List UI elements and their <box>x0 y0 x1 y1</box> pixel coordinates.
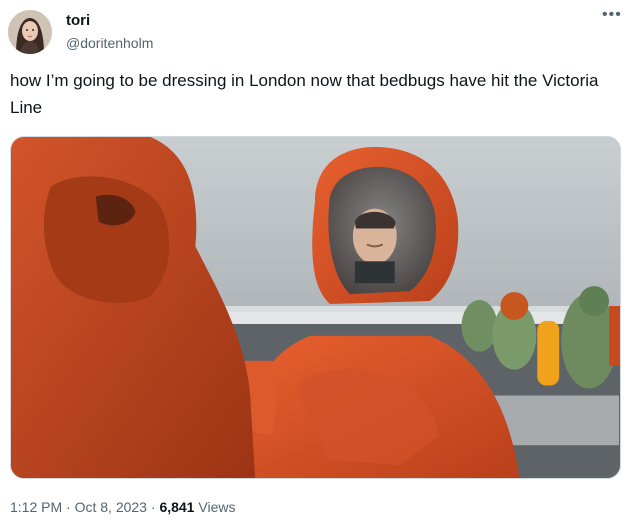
display-name[interactable]: tori <box>66 12 90 29</box>
meta-separator: · <box>66 499 71 515</box>
tweet-date[interactable]: Oct 8, 2023 <box>75 499 147 515</box>
tweet-text: how I’m going to be dressing in London n… <box>10 71 599 117</box>
more-dots-icon[interactable]: ••• <box>602 6 622 24</box>
views-label: Views <box>198 499 236 515</box>
meta-separator: · <box>150 499 156 515</box>
views-count[interactable]: 6,841 <box>159 499 194 515</box>
avatar-image <box>8 10 52 54</box>
user-handle[interactable]: @doritenholm <box>66 35 153 51</box>
tweet-time[interactable]: 1:12 PM <box>10 499 62 515</box>
tweet-meta: 1:12 PM · Oct 8, 2023 · 6,841 Views <box>10 499 235 515</box>
avatar[interactable] <box>8 10 52 54</box>
tweet-media[interactable] <box>10 136 621 479</box>
tweet-card: tori @doritenholm ••• how I’m going to b… <box>0 0 634 531</box>
media-image <box>11 137 620 478</box>
